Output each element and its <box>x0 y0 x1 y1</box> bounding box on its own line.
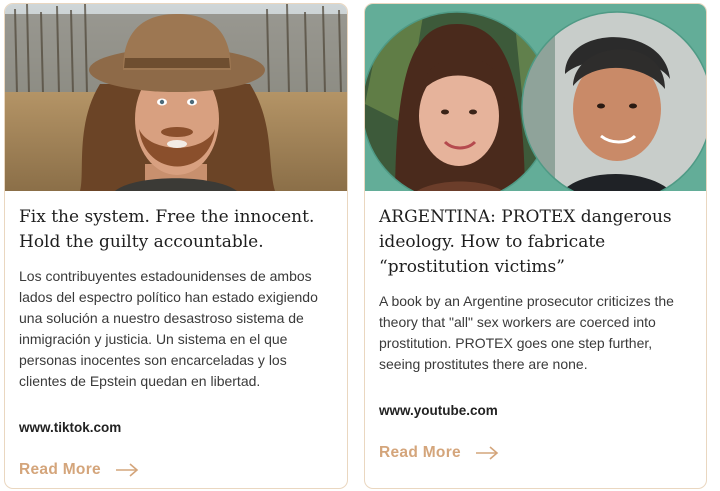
article-thumbnail[interactable] <box>5 4 347 191</box>
read-more-label: Read More <box>19 461 101 478</box>
article-source: www.youtube.com <box>379 403 498 418</box>
article-card[interactable]: ARGENTINA: PROTEX dangerous ideology. Ho… <box>364 3 707 489</box>
article-description: Los contribuyentes estadounidenses de am… <box>19 268 318 389</box>
read-more-link[interactable]: Read More <box>379 444 499 462</box>
article-source: www.tiktok.com <box>19 420 122 435</box>
man-with-hat-photo <box>5 4 347 191</box>
two-people-portraits-photo <box>365 4 706 191</box>
read-more-link[interactable]: Read More <box>19 461 139 479</box>
article-thumbnail[interactable] <box>365 4 706 191</box>
article-card[interactable]: Fix the system. Free the innocent. Hold … <box>4 3 348 489</box>
read-more-label: Read More <box>379 444 461 461</box>
article-title[interactable]: ARGENTINA: PROTEX dangerous ideology. Ho… <box>379 205 694 280</box>
article-description: A book by an Argentine prosecutor critic… <box>379 293 674 372</box>
article-title[interactable]: Fix the system. Free the innocent. Hold … <box>19 205 335 255</box>
arrow-right-icon <box>475 446 499 460</box>
arrow-right-icon <box>115 463 139 477</box>
